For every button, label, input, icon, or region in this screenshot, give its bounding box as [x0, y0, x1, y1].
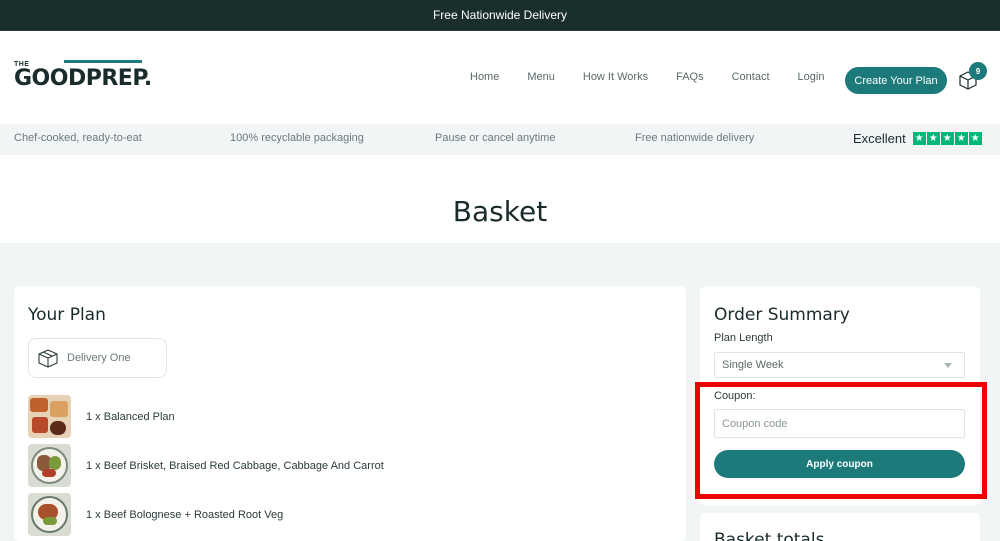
star-icon: ★	[912, 132, 926, 145]
coupon-highlight-box	[695, 382, 987, 499]
plan-item-text: 1 x Beef Bolognese + Roasted Root Veg	[86, 508, 284, 521]
list-item: 1 x Beef Brisket, Braised Red Cabbage, C…	[28, 444, 384, 487]
basket-totals-card: Basket totals	[700, 513, 980, 541]
list-item: 1 x Beef Bolognese + Roasted Root Veg	[28, 493, 283, 536]
announcement-bar: Free Nationwide Delivery	[0, 0, 1000, 30]
site-header: THE GOODPREP. Home Menu How It Works FAQ…	[0, 30, 1000, 124]
page-title-band: Basket	[0, 155, 1000, 243]
list-item: 1 x Balanced Plan	[28, 395, 175, 438]
plan-length-select[interactable]: Single Week	[714, 352, 965, 378]
benefit-chef-cooked: Chef-cooked, ready-to-eat	[14, 132, 142, 144]
chevron-down-icon	[944, 363, 952, 368]
nav-how-it-works[interactable]: How It Works	[583, 71, 648, 83]
basket-totals-title: Basket totals	[714, 530, 825, 541]
nav-faqs[interactable]: FAQs	[676, 71, 704, 83]
delivery-label: Delivery One	[67, 352, 131, 364]
meal-thumbnail	[28, 444, 71, 487]
star-icon: ★	[926, 132, 940, 145]
create-plan-button[interactable]: Create Your Plan	[845, 67, 947, 94]
page-title: Basket	[452, 195, 548, 228]
nav-home[interactable]: Home	[470, 71, 499, 83]
logo-underline	[64, 60, 142, 63]
meal-thumbnail	[28, 493, 71, 536]
benefits-bar: Chef-cooked, ready-to-eat 100% recyclabl…	[0, 124, 1000, 155]
plan-item-text: 1 x Balanced Plan	[86, 410, 175, 423]
order-summary-title: Order Summary	[714, 305, 850, 325]
star-icon: ★	[968, 132, 982, 145]
your-plan-card: Your Plan Delivery One 1 x Balanced Plan…	[14, 286, 686, 541]
nav-menu[interactable]: Menu	[527, 71, 555, 83]
delivery-box-icon	[38, 349, 58, 368]
star-icon: ★	[940, 132, 954, 145]
plan-title: Your Plan	[28, 305, 106, 325]
plan-item-text: 1 x Beef Brisket, Braised Red Cabbage, C…	[86, 459, 384, 472]
nav-contact[interactable]: Contact	[732, 71, 770, 83]
delivery-tab[interactable]: Delivery One	[28, 338, 167, 378]
benefit-free-delivery: Free nationwide delivery	[635, 132, 755, 144]
logo-main-text: GOODPREP.	[14, 66, 152, 91]
star-icon: ★	[954, 132, 968, 145]
plan-length-label: Plan Length	[714, 332, 773, 344]
meal-thumbnail	[28, 395, 71, 438]
benefit-recyclable: 100% recyclable packaging	[230, 132, 364, 144]
trustpilot-rating[interactable]: Excellent ★ ★ ★ ★ ★	[853, 131, 983, 146]
main-nav: Home Menu How It Works FAQs Contact Logi…	[470, 71, 852, 83]
nav-login[interactable]: Login	[798, 71, 825, 83]
logo[interactable]: THE GOODPREP.	[14, 61, 152, 90]
benefit-pause-cancel: Pause or cancel anytime	[435, 132, 556, 144]
rating-label: Excellent	[853, 131, 906, 146]
announcement-text: Free Nationwide Delivery	[432, 8, 568, 22]
plan-length-value: Single Week	[722, 359, 784, 371]
basket-count-badge: 9	[969, 62, 987, 80]
